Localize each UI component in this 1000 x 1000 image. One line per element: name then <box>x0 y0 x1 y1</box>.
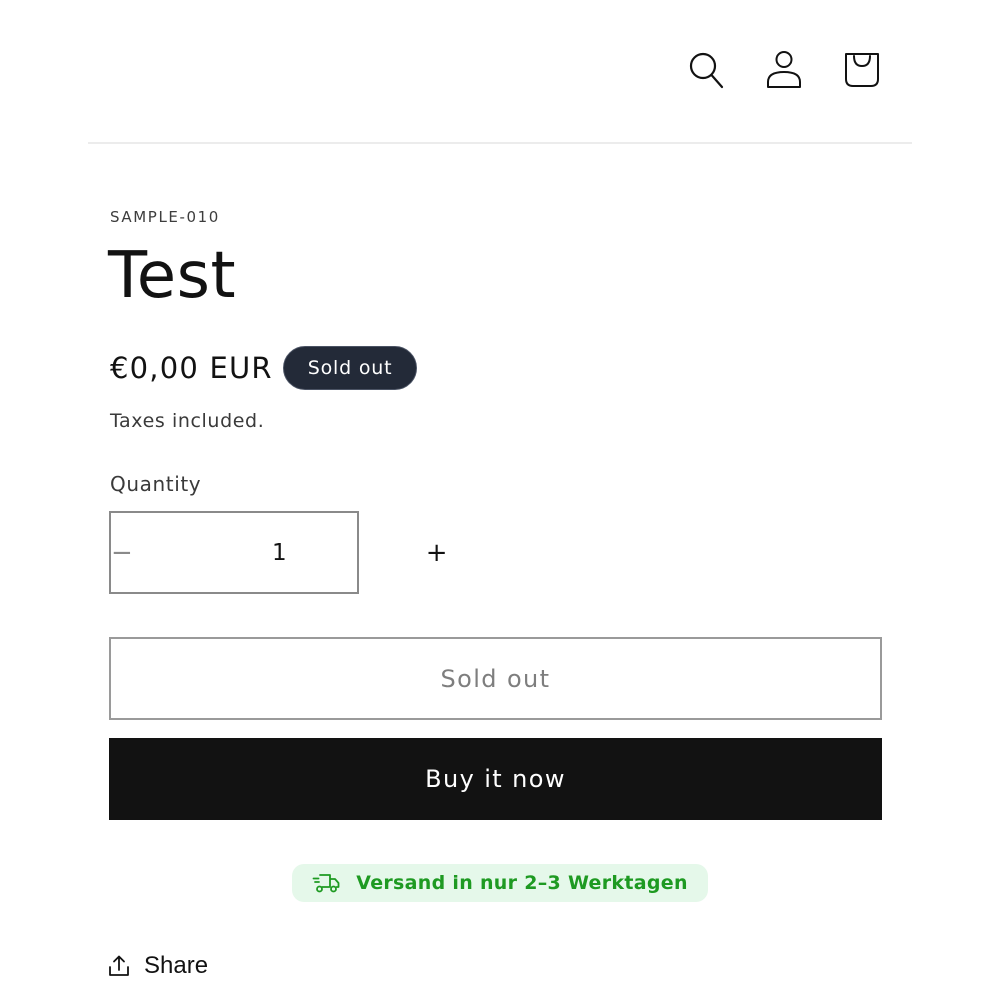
shipping-notice: Versand in nur 2–3 Werktagen <box>292 864 708 902</box>
search-icon <box>689 52 724 89</box>
search-button[interactable] <box>684 48 728 92</box>
share-label: Share <box>144 952 209 979</box>
sold-out-badge: Sold out <box>282 346 418 390</box>
header-icons <box>684 48 884 92</box>
quantity-input[interactable] <box>132 513 426 592</box>
account-button[interactable] <box>762 48 806 92</box>
cart-icon <box>845 53 879 87</box>
delivery-truck-icon <box>312 872 340 894</box>
account-icon <box>767 51 801 88</box>
shipping-text: Versand in nur 2–3 Werktagen <box>356 872 688 894</box>
product-title: Test <box>108 239 237 313</box>
share-upload-icon <box>108 955 130 977</box>
buy-it-now-button[interactable]: Buy it now <box>109 738 882 820</box>
quantity-label: Quantity <box>110 472 202 496</box>
product-price: €0,00 EUR <box>110 351 273 385</box>
taxes-note: Taxes included. <box>110 410 265 432</box>
quantity-increase-button[interactable]: + <box>426 513 448 592</box>
price-row: €0,00 EUR Sold out <box>110 346 418 390</box>
add-to-cart-button[interactable]: Sold out <box>109 637 882 720</box>
quantity-decrease-button[interactable]: − <box>111 513 133 592</box>
quantity-stepper: − + <box>109 511 448 594</box>
cart-button[interactable] <box>840 48 884 92</box>
header-divider <box>88 142 912 144</box>
product-vendor: SAMPLE-010 <box>110 208 220 226</box>
share-button[interactable]: Share <box>108 950 208 982</box>
